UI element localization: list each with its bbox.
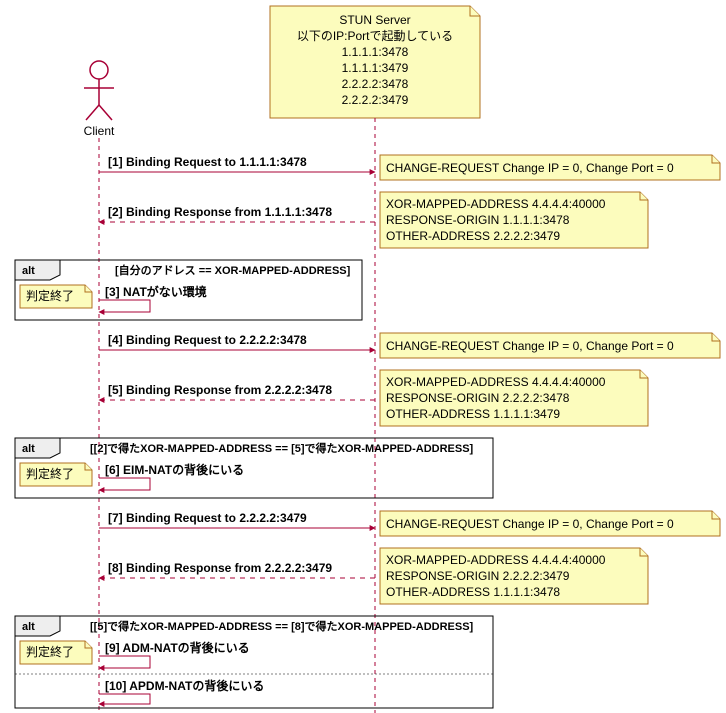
server-title: STUN Server (339, 13, 410, 27)
msg-5-label: [5] Binding Response from 2.2.2.2:3478 (108, 383, 332, 397)
svg-text:CHANGE-REQUEST Change IP = 0,: CHANGE-REQUEST Change IP = 0, Change Por… (386, 517, 674, 531)
alt-block-3: alt [[5]で得たXOR-MAPPED-ADDRESS == [8]で得たX… (15, 616, 493, 708)
msg-2-label: [2] Binding Response from 1.1.1.1:3478 (108, 205, 332, 219)
svg-text:[自分のアドレス == XOR-MAPPED-ADDRESS: [自分のアドレス == XOR-MAPPED-ADDRESS] (115, 263, 351, 277)
svg-text:RESPONSE-ORIGIN 2.2.2.2:3479: RESPONSE-ORIGIN 2.2.2.2:3479 (386, 569, 570, 583)
svg-text:RESPONSE-ORIGIN 2.2.2.2:3478: RESPONSE-ORIGIN 2.2.2.2:3478 (386, 391, 570, 405)
svg-text:判定終了: 判定終了 (26, 644, 74, 659)
svg-text:XOR-MAPPED-ADDRESS 4.4.4.4:400: XOR-MAPPED-ADDRESS 4.4.4.4:40000 (386, 197, 606, 211)
msg-7-label: [7] Binding Request to 2.2.2.2:3479 (108, 511, 307, 525)
svg-text:[[5]で得たXOR-MAPPED-ADDRESS == [: [[5]で得たXOR-MAPPED-ADDRESS == [8]で得たXOR-M… (90, 619, 474, 633)
svg-text:CHANGE-REQUEST Change IP = 0,: CHANGE-REQUEST Change IP = 0, Change Por… (386, 339, 674, 353)
msg-4-label: [4] Binding Request to 2.2.2.2:3478 (108, 333, 307, 347)
svg-text:CHANGE-REQUEST Change IP = 0,: CHANGE-REQUEST Change IP = 0, Change Por… (386, 161, 674, 175)
alt-block-1: alt [自分のアドレス == XOR-MAPPED-ADDRESS] 判定終了… (15, 260, 362, 320)
svg-text:RESPONSE-ORIGIN 1.1.1.1:3478: RESPONSE-ORIGIN 1.1.1.1:3478 (386, 213, 570, 227)
client-label: Client (84, 124, 115, 138)
svg-text:[9] ADM-NATの背後にいる: [9] ADM-NATの背後にいる (105, 640, 250, 655)
svg-text:OTHER-ADDRESS 1.1.1.1:3478: OTHER-ADDRESS 1.1.1.1:3478 (386, 585, 560, 599)
svg-text:判定終了: 判定終了 (26, 466, 74, 481)
msg-10-self (99, 694, 150, 704)
svg-text:XOR-MAPPED-ADDRESS 4.4.4.4:400: XOR-MAPPED-ADDRESS 4.4.4.4:40000 (386, 553, 606, 567)
svg-text:alt: alt (22, 443, 35, 455)
note-4: CHANGE-REQUEST Change IP = 0, Change Por… (380, 333, 720, 358)
svg-text:[6] EIM-NATの背後にいる: [6] EIM-NATの背後にいる (105, 462, 244, 477)
svg-text:[3] NATがない環境: [3] NATがない環境 (105, 284, 207, 299)
svg-text:2.2.2.2:3479: 2.2.2.2:3479 (342, 93, 409, 107)
svg-text:OTHER-ADDRESS 1.1.1.1:3479: OTHER-ADDRESS 1.1.1.1:3479 (386, 407, 560, 421)
msg-8-label: [8] Binding Response from 2.2.2.2:3479 (108, 561, 332, 575)
svg-text:判定終了: 判定終了 (26, 288, 74, 303)
note-5: XOR-MAPPED-ADDRESS 4.4.4.4:40000 RESPONS… (380, 370, 648, 426)
note-8: XOR-MAPPED-ADDRESS 4.4.4.4:40000 RESPONS… (380, 548, 648, 604)
svg-text:[10] APDM-NATの背後にいる: [10] APDM-NATの背後にいる (105, 678, 264, 693)
svg-text:2.2.2.2:3478: 2.2.2.2:3478 (342, 77, 409, 91)
msg-6-self (99, 478, 150, 490)
svg-text:OTHER-ADDRESS 2.2.2.2:3479: OTHER-ADDRESS 2.2.2.2:3479 (386, 229, 560, 243)
svg-text:XOR-MAPPED-ADDRESS 4.4.4.4:400: XOR-MAPPED-ADDRESS 4.4.4.4:40000 (386, 375, 606, 389)
sequence-diagram: Client STUN Server 以下のIP:Portで起動している 1.1… (0, 0, 726, 713)
msg-9-self (99, 656, 150, 668)
svg-text:alt: alt (22, 265, 35, 277)
note-2: XOR-MAPPED-ADDRESS 4.4.4.4:40000 RESPONS… (380, 192, 648, 248)
note-1: CHANGE-REQUEST Change IP = 0, Change Por… (380, 155, 720, 180)
msg-1-label: [1] Binding Request to 1.1.1.1:3478 (108, 155, 307, 169)
actor-client: Client (84, 61, 115, 138)
participant-server: STUN Server 以下のIP:Portで起動している 1.1.1.1:34… (270, 6, 480, 118)
note-7: CHANGE-REQUEST Change IP = 0, Change Por… (380, 511, 720, 536)
alt-block-2: alt [[2]で得たXOR-MAPPED-ADDRESS == [5]で得たX… (15, 438, 493, 498)
svg-text:alt: alt (22, 621, 35, 633)
svg-text:[[2]で得たXOR-MAPPED-ADDRESS == [: [[2]で得たXOR-MAPPED-ADDRESS == [5]で得たXOR-M… (90, 441, 474, 455)
svg-text:1.1.1.1:3478: 1.1.1.1:3478 (342, 45, 409, 59)
svg-text:以下のIP:Portで起動している: 以下のIP:Portで起動している (297, 29, 453, 43)
msg-3-self (99, 300, 150, 312)
svg-text:1.1.1.1:3479: 1.1.1.1:3479 (342, 61, 409, 75)
